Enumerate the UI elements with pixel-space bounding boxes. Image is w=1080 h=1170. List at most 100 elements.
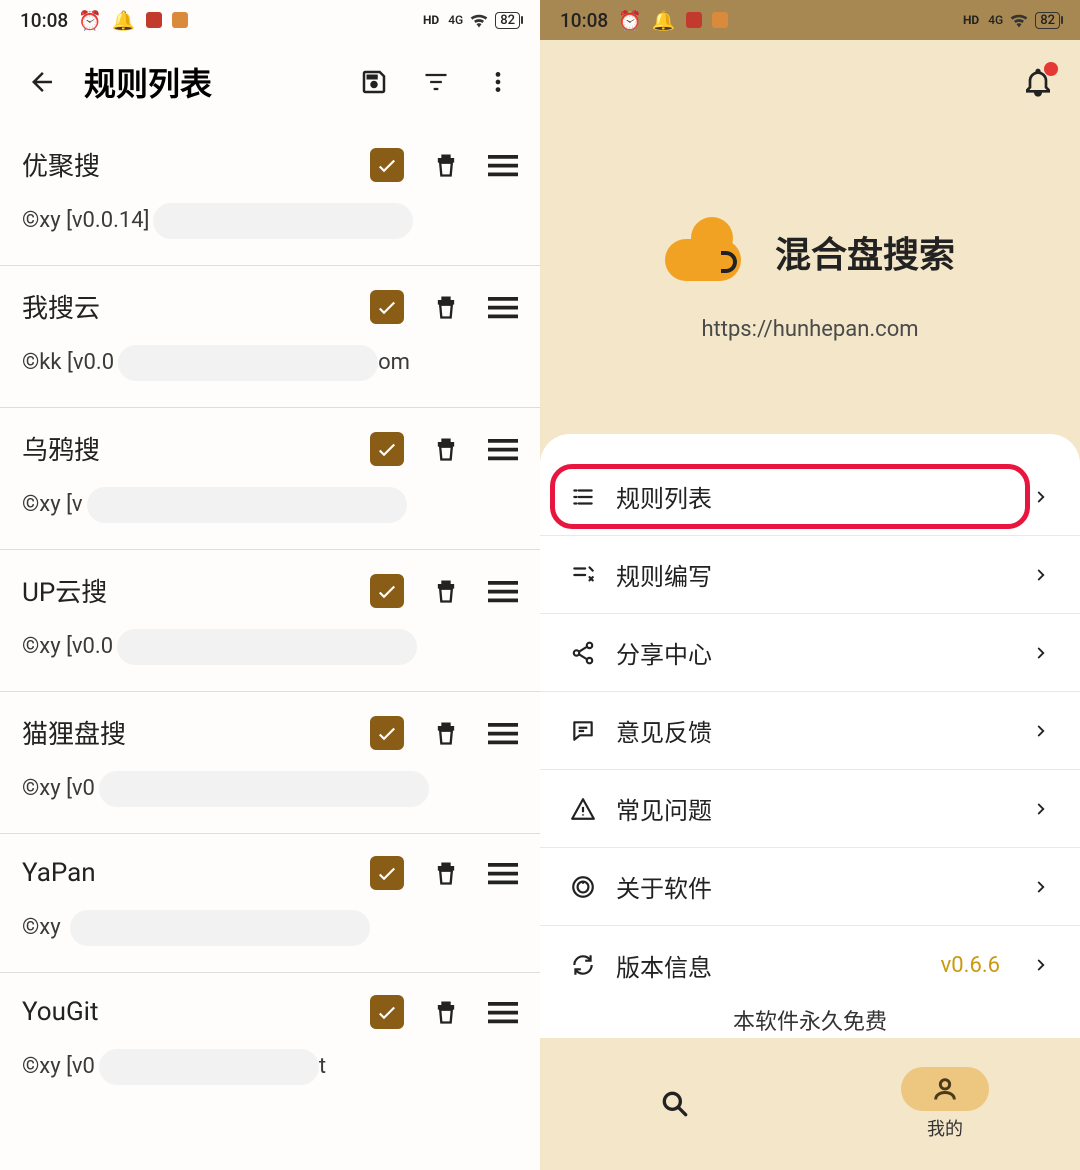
rule-item[interactable]: YouGit ©xy [v0t xyxy=(0,973,540,1111)
menu-item-rules-list[interactable]: 规则列表 xyxy=(540,458,1080,536)
hd-badge: HD xyxy=(420,12,442,28)
list-icon xyxy=(570,484,596,510)
footer-note: 本软件永久免费 xyxy=(540,1004,1080,1036)
warning-icon xyxy=(570,796,596,822)
delete-button[interactable] xyxy=(432,998,460,1026)
battery-icon: 82 xyxy=(495,12,520,29)
chevron-right-icon xyxy=(1032,956,1050,974)
network-label: 4G xyxy=(988,13,1003,27)
delete-button[interactable] xyxy=(432,577,460,605)
rule-item[interactable]: 优聚搜 ©xy [v0.0.14] xyxy=(0,124,540,266)
tab-label: 我的 xyxy=(927,1115,963,1141)
chevron-right-icon xyxy=(1032,566,1050,584)
delete-button[interactable] xyxy=(432,151,460,179)
enable-checkbox[interactable] xyxy=(370,856,404,890)
notifications-button[interactable] xyxy=(1022,66,1054,98)
rule-name: YaPan xyxy=(22,858,96,888)
rule-name: YouGit xyxy=(22,997,99,1027)
hero: 混合盘搜索 https://hunhepan.com xyxy=(540,124,1080,434)
drag-handle-icon[interactable] xyxy=(488,153,518,177)
top-bar xyxy=(540,40,1080,124)
rule-meta: ©xy [v0.0.14] xyxy=(22,203,518,239)
enable-checkbox[interactable] xyxy=(370,995,404,1029)
app-title: 混合盘搜索 xyxy=(775,226,955,278)
app-indicator-icon xyxy=(712,12,728,28)
app-indicator-icon xyxy=(172,12,188,28)
save-button[interactable] xyxy=(354,62,394,102)
rule-meta: ©xy [v0.0 xyxy=(22,629,518,665)
drag-handle-icon[interactable] xyxy=(488,1000,518,1024)
network-label: 4G xyxy=(448,13,463,27)
top-bar: 规则列表 xyxy=(0,40,540,124)
info-icon xyxy=(570,874,596,900)
rule-name: 乌鸦搜 xyxy=(22,430,100,467)
menu-item-rules-write[interactable]: 规则编写 xyxy=(540,536,1080,614)
drag-handle-icon[interactable] xyxy=(488,295,518,319)
status-time: 10:08 xyxy=(560,9,608,32)
menu-label: 关于软件 xyxy=(616,869,712,904)
wifi-icon xyxy=(469,12,489,28)
alarm-icon: ⏰ xyxy=(78,9,102,32)
edit-rules-icon xyxy=(570,562,596,588)
drag-handle-icon[interactable] xyxy=(488,721,518,745)
update-icon xyxy=(570,952,596,978)
notification-dot-icon xyxy=(1044,62,1058,76)
chevron-right-icon xyxy=(1032,800,1050,818)
delete-button[interactable] xyxy=(432,435,460,463)
wifi-icon xyxy=(1009,12,1029,28)
rule-item[interactable]: 乌鸦搜 ©xy [v xyxy=(0,408,540,550)
menu-item-faq[interactable]: 常见问题 xyxy=(540,770,1080,848)
chevron-right-icon xyxy=(1032,488,1050,506)
alarm-icon: ⏰ xyxy=(618,9,642,32)
app-indicator-icon xyxy=(146,12,162,28)
menu-item-feedback[interactable]: 意见反馈 xyxy=(540,692,1080,770)
rule-name: UP云搜 xyxy=(22,572,107,609)
menu-item-about[interactable]: 关于软件 xyxy=(540,848,1080,926)
delete-button[interactable] xyxy=(432,293,460,321)
rule-name: 优聚搜 xyxy=(22,146,100,183)
app-url: https://hunhepan.com xyxy=(701,317,918,342)
chevron-right-icon xyxy=(1032,878,1050,896)
menu-label: 规则编写 xyxy=(616,557,712,592)
rule-item[interactable]: 猫狸盘搜 ©xy [v0 xyxy=(0,692,540,834)
menu-item-version[interactable]: 版本信息 v0.6.6 xyxy=(540,926,1080,1004)
menu-item-share[interactable]: 分享中心 xyxy=(540,614,1080,692)
enable-checkbox[interactable] xyxy=(370,716,404,750)
rule-item[interactable]: YaPan ©xy xyxy=(0,834,540,973)
status-time: 10:08 xyxy=(20,9,68,32)
rule-name: 猫狸盘搜 xyxy=(22,714,126,751)
enable-checkbox[interactable] xyxy=(370,290,404,324)
rule-item[interactable]: 我搜云 ©kk [v0.0om xyxy=(0,266,540,408)
rule-item[interactable]: UP云搜 ©xy [v0.0 xyxy=(0,550,540,692)
enable-checkbox[interactable] xyxy=(370,432,404,466)
bell-mini-icon: 🔔 xyxy=(652,9,676,32)
menu-label: 意见反馈 xyxy=(616,713,712,748)
more-button[interactable] xyxy=(478,62,518,102)
rule-name: 我搜云 xyxy=(22,288,100,325)
version-label: v0.6.6 xyxy=(941,953,1000,978)
drag-handle-icon[interactable] xyxy=(488,861,518,885)
menu-label: 常见问题 xyxy=(616,791,712,826)
enable-checkbox[interactable] xyxy=(370,574,404,608)
menu-label: 版本信息 xyxy=(616,948,712,983)
status-bar: 10:08 ⏰ 🔔 HD 4G 82 xyxy=(0,0,540,40)
app-indicator-icon xyxy=(686,12,702,28)
tab-mine[interactable]: 我的 xyxy=(810,1038,1080,1170)
back-button[interactable] xyxy=(22,62,62,102)
enable-checkbox[interactable] xyxy=(370,148,404,182)
battery-icon: 82 xyxy=(1035,12,1060,29)
hd-badge: HD xyxy=(960,12,982,28)
menu-label: 规则列表 xyxy=(616,479,712,514)
person-icon xyxy=(931,1075,959,1103)
bell-mini-icon: 🔔 xyxy=(112,9,136,32)
rule-meta: ©xy [v0t xyxy=(22,1049,518,1085)
delete-button[interactable] xyxy=(432,719,460,747)
tab-search[interactable] xyxy=(540,1038,810,1170)
screen-home: 10:08 ⏰ 🔔 HD 4G 82 混 xyxy=(540,0,1080,1170)
feedback-icon xyxy=(570,718,596,744)
drag-handle-icon[interactable] xyxy=(488,579,518,603)
filter-button[interactable] xyxy=(416,62,456,102)
delete-button[interactable] xyxy=(432,859,460,887)
status-bar: 10:08 ⏰ 🔔 HD 4G 82 xyxy=(540,0,1080,40)
drag-handle-icon[interactable] xyxy=(488,437,518,461)
